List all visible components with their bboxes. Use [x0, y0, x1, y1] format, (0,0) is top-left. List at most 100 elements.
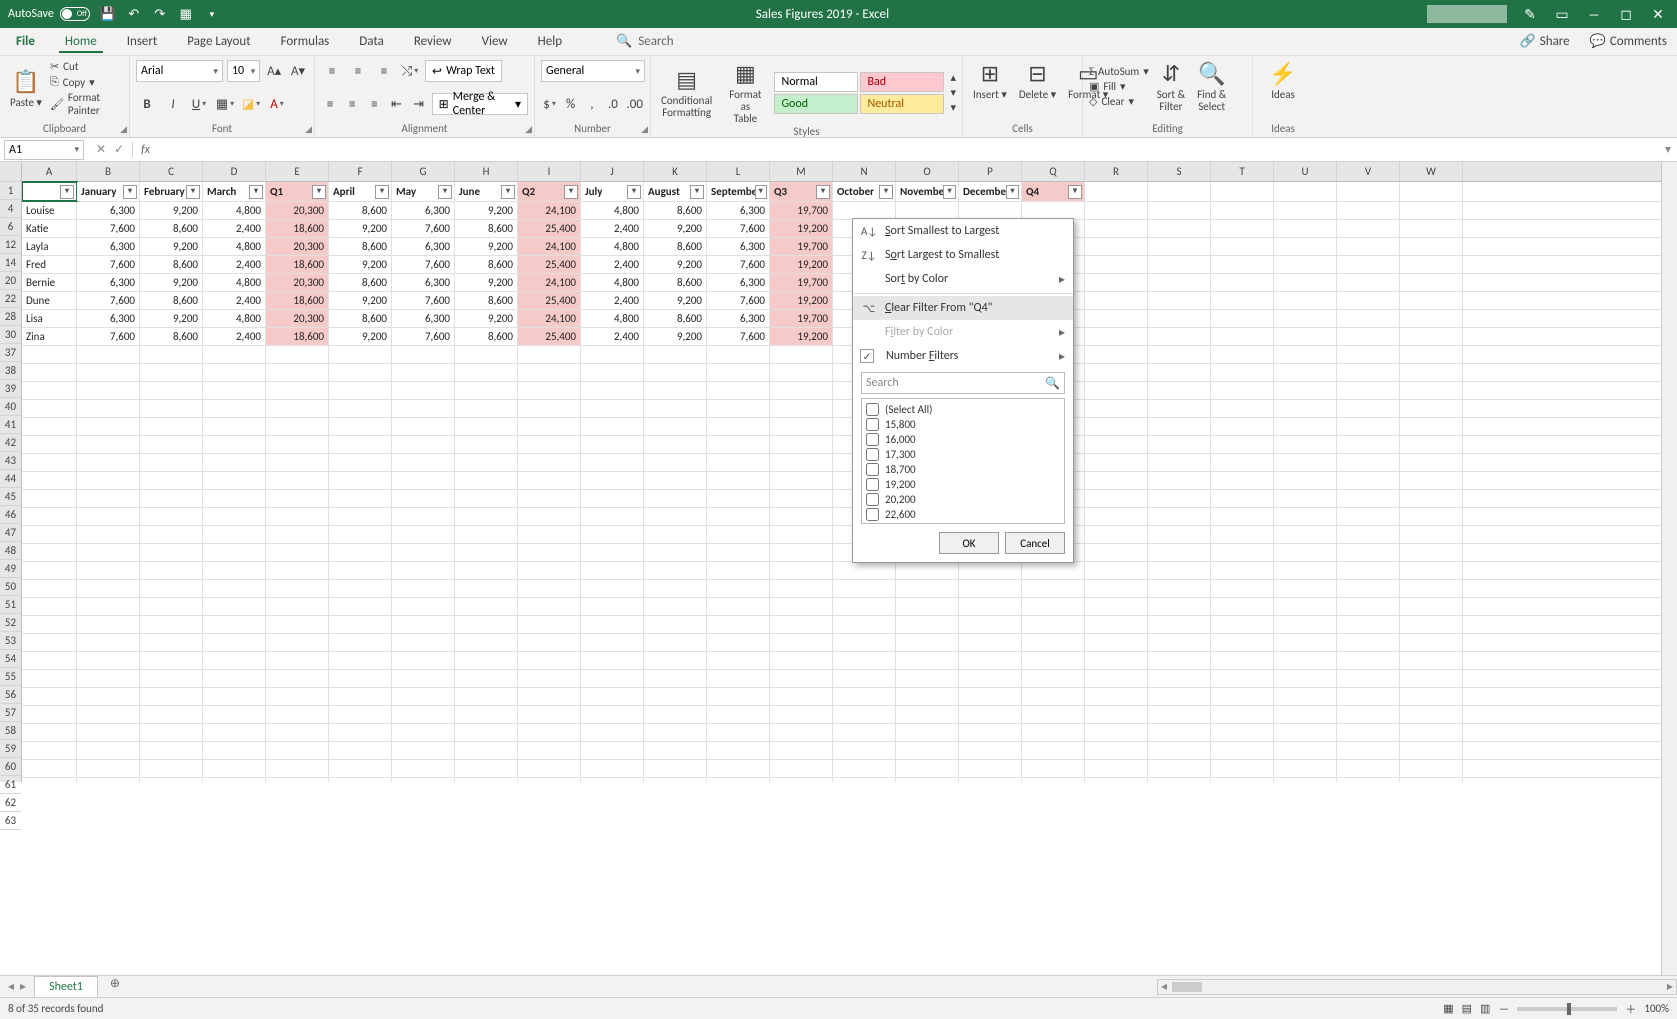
- user-account[interactable]: [1427, 5, 1507, 23]
- column-header[interactable]: T: [1211, 162, 1274, 181]
- vertical-scrollbar[interactable]: [1661, 162, 1677, 975]
- row-header[interactable]: 30: [0, 326, 21, 344]
- qat-icon[interactable]: ▦: [178, 6, 194, 22]
- row-header[interactable]: 55: [0, 668, 21, 686]
- filter-dropdown-icon[interactable]: ▼: [1068, 185, 1082, 199]
- cell[interactable]: 2,400: [203, 220, 266, 237]
- dialog-launcher-icon[interactable]: ◢: [641, 124, 648, 135]
- filter-header-cell[interactable]: November▾: [896, 182, 959, 201]
- page-break-view-icon[interactable]: ▥: [1480, 1002, 1490, 1015]
- cell[interactable]: 4,800: [203, 202, 266, 219]
- cell[interactable]: 2,400: [581, 220, 644, 237]
- cut-button[interactable]: ✂ Cut: [50, 60, 123, 73]
- cell[interactable]: 9,200: [140, 238, 203, 255]
- accept-formula-icon[interactable]: ✓: [114, 142, 124, 157]
- name-box[interactable]: A1: [4, 140, 84, 160]
- sheet-nav-prev-icon[interactable]: ◂: [8, 979, 14, 994]
- filter-option-checkbox[interactable]: [866, 478, 879, 491]
- row-headers[interactable]: 1461214202228303738394041424344454647484…: [0, 162, 22, 782]
- cell[interactable]: Zina: [22, 328, 77, 345]
- row-header[interactable]: 47: [0, 524, 21, 542]
- cell[interactable]: 19,700: [770, 274, 833, 291]
- cell[interactable]: 6,300: [77, 274, 140, 291]
- cell[interactable]: 9,200: [455, 202, 518, 219]
- page-layout-view-icon[interactable]: ▤: [1462, 1002, 1472, 1015]
- row-header[interactable]: 45: [0, 488, 21, 506]
- cell[interactable]: 8,600: [140, 256, 203, 273]
- column-header[interactable]: N: [833, 162, 896, 181]
- column-header[interactable]: H: [455, 162, 518, 181]
- column-header[interactable]: F: [329, 162, 392, 181]
- ribbon-tab-help[interactable]: Help: [532, 30, 568, 53]
- cell-grid[interactable]: ▾January▾February▾March▾Q1▾April▾May▾Jun…: [22, 182, 1677, 782]
- filter-header-cell[interactable]: April▾: [329, 182, 392, 201]
- increase-indent-icon[interactable]: ⇥: [410, 93, 428, 115]
- number-filters-checkbox[interactable]: ✓: [860, 349, 874, 363]
- row-header[interactable]: 44: [0, 470, 21, 488]
- font-size-combo[interactable]: 10: [227, 60, 260, 82]
- row-header[interactable]: 52: [0, 614, 21, 632]
- cell[interactable]: 8,600: [140, 220, 203, 237]
- autosave-switch[interactable]: Off: [60, 7, 90, 21]
- cell[interactable]: 8,600: [329, 310, 392, 327]
- clear-button[interactable]: ◇ Clear ▾: [1089, 95, 1149, 108]
- sort-descending-item[interactable]: Z↓Sort Largest to Smallest: [853, 243, 1073, 267]
- filter-header-cell[interactable]: Q2▾: [518, 182, 581, 201]
- qat-more-icon[interactable]: ▾: [204, 6, 220, 22]
- row-header[interactable]: 62: [0, 794, 21, 812]
- ribbon-tab-review[interactable]: Review: [408, 30, 458, 53]
- filter-search-input[interactable]: Search🔍: [861, 372, 1065, 394]
- align-left-icon[interactable]: ≡: [321, 93, 339, 115]
- cell[interactable]: 8,600: [140, 292, 203, 309]
- filter-option[interactable]: 20,200: [866, 493, 1060, 506]
- column-header[interactable]: U: [1274, 162, 1337, 181]
- cell[interactable]: 4,800: [203, 238, 266, 255]
- style-bad[interactable]: Bad: [860, 72, 944, 92]
- percent-format-icon[interactable]: %: [562, 93, 579, 115]
- filter-header-cell[interactable]: January▾: [77, 182, 140, 201]
- cell[interactable]: 7,600: [77, 220, 140, 237]
- zoom-level[interactable]: 100%: [1644, 1002, 1669, 1015]
- cell[interactable]: 25,400: [518, 292, 581, 309]
- column-header[interactable]: M: [770, 162, 833, 181]
- cell[interactable]: 4,800: [581, 238, 644, 255]
- format-as-table-button[interactable]: ▦Format as Table: [720, 60, 770, 125]
- sort-filter-button[interactable]: ⇵Sort & Filter: [1153, 60, 1189, 113]
- filter-option-checkbox[interactable]: [866, 433, 879, 446]
- filter-option-checkbox[interactable]: [866, 448, 879, 461]
- paste-button[interactable]: 📋Paste ▾: [6, 68, 46, 109]
- filter-dropdown-icon[interactable]: ▾: [375, 185, 389, 199]
- cell[interactable]: 20,300: [266, 310, 329, 327]
- styles-more[interactable]: ▾: [950, 101, 956, 114]
- dialog-launcher-icon[interactable]: ◢: [305, 124, 312, 135]
- row-header[interactable]: 46: [0, 506, 21, 524]
- cell[interactable]: Louise: [22, 202, 77, 219]
- save-icon[interactable]: 💾: [100, 6, 116, 22]
- column-header[interactable]: S: [1148, 162, 1211, 181]
- row-header[interactable]: 4: [0, 200, 21, 218]
- filter-header-cell[interactable]: December▾: [959, 182, 1022, 201]
- cell[interactable]: 19,700: [770, 310, 833, 327]
- cell[interactable]: 4,800: [581, 274, 644, 291]
- filter-header-cell[interactable]: September▾: [707, 182, 770, 201]
- close-icon[interactable]: ✕: [1649, 6, 1667, 23]
- filter-dropdown-icon[interactable]: ▾: [249, 185, 263, 199]
- cell[interactable]: 2,400: [203, 328, 266, 345]
- row-header[interactable]: 14: [0, 254, 21, 272]
- filter-option-checkbox[interactable]: [866, 508, 879, 521]
- align-center-icon[interactable]: ≡: [343, 93, 361, 115]
- filter-dropdown-icon[interactable]: ▾: [816, 185, 830, 199]
- cell[interactable]: 20,300: [266, 274, 329, 291]
- orientation-icon[interactable]: ⤭: [399, 60, 421, 82]
- cell[interactable]: 19,700: [770, 238, 833, 255]
- row-header[interactable]: 12: [0, 236, 21, 254]
- cell[interactable]: 8,600: [140, 328, 203, 345]
- cell[interactable]: 7,600: [392, 256, 455, 273]
- style-neutral[interactable]: Neutral: [860, 94, 944, 114]
- ribbon-tab-formulas[interactable]: Formulas: [275, 30, 336, 53]
- ribbon-tab-data[interactable]: Data: [353, 30, 390, 53]
- sheet-tab[interactable]: Sheet1: [34, 976, 98, 997]
- decrease-indent-icon[interactable]: ⇤: [387, 93, 405, 115]
- decrease-decimal-icon[interactable]: .00: [626, 93, 644, 115]
- cell[interactable]: 8,600: [455, 256, 518, 273]
